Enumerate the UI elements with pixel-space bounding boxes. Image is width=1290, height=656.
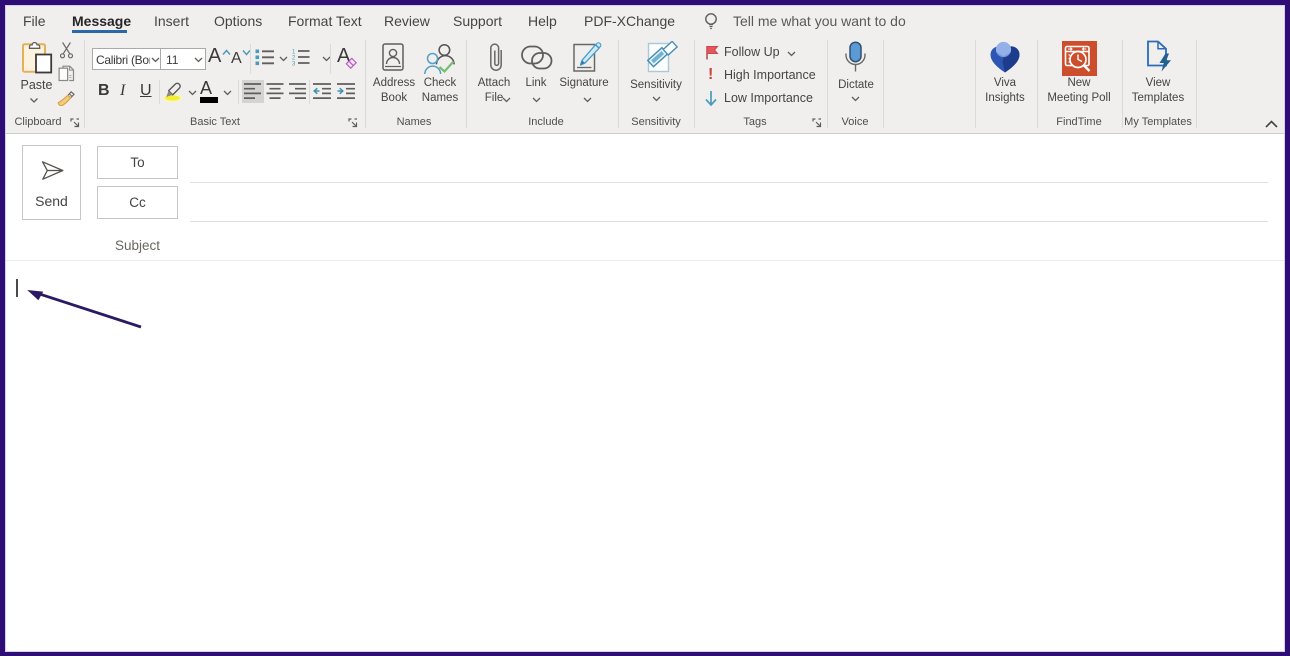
svg-text:3: 3 [292,62,296,67]
